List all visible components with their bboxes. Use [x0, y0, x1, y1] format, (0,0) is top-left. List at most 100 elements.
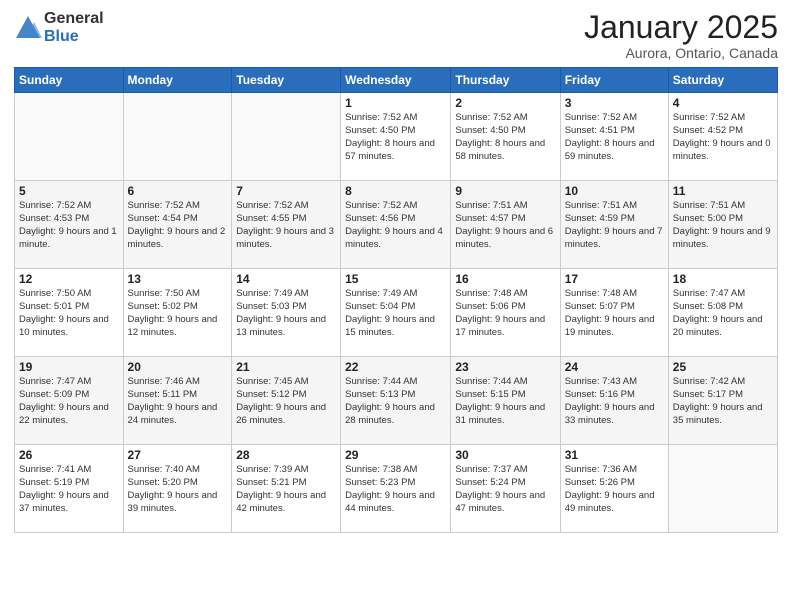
- day-number: 24: [565, 360, 664, 374]
- day-cell: 27 Sunrise: 7:40 AM Sunset: 5:20 PM Dayli…: [123, 445, 232, 533]
- day-cell: 5 Sunrise: 7:52 AM Sunset: 4:53 PM Daylig…: [15, 181, 124, 269]
- week-row-2: 5 Sunrise: 7:52 AM Sunset: 4:53 PM Daylig…: [15, 181, 778, 269]
- day-info: Sunrise: 7:50 AM Sunset: 5:02 PM Dayligh…: [128, 288, 228, 339]
- day-info: Sunrise: 7:45 AM Sunset: 5:12 PM Dayligh…: [236, 376, 336, 427]
- day-number: 3: [565, 96, 664, 110]
- header: General Blue January 2025 Aurora, Ontari…: [14, 10, 778, 61]
- day-number: 1: [345, 96, 446, 110]
- logo-blue: Blue: [44, 28, 104, 46]
- day-cell: 11 Sunrise: 7:51 AM Sunset: 5:00 PM Dayli…: [668, 181, 777, 269]
- weekday-header-monday: Monday: [123, 68, 232, 93]
- day-cell: 28Sunrise: 7:39 AM Sunset: 5:21 PM Dayli…: [232, 445, 341, 533]
- month-title: January 2025: [584, 10, 778, 45]
- day-number: 7: [236, 184, 336, 198]
- day-cell: 18Sunrise: 7:47 AM Sunset: 5:08 PM Dayli…: [668, 269, 777, 357]
- logo-text: General Blue: [44, 10, 104, 45]
- day-number: 6: [128, 184, 228, 198]
- day-info: Sunrise: 7:51 AM Sunset: 4:57 PM Dayligh…: [455, 200, 555, 251]
- day-cell: 21 Sunrise: 7:45 AM Sunset: 5:12 PM Dayli…: [232, 357, 341, 445]
- day-cell: 10 Sunrise: 7:51 AM Sunset: 4:59 PM Dayli…: [560, 181, 668, 269]
- day-info: Sunrise: 7:39 AM Sunset: 5:21 PM Dayligh…: [236, 464, 336, 515]
- day-cell: 19 Sunrise: 7:47 AM Sunset: 5:09 PM Dayli…: [15, 357, 124, 445]
- day-number: 12: [19, 272, 119, 286]
- day-number: 15: [345, 272, 446, 286]
- week-row-1: 1 Sunrise: 7:52 AM Sunset: 4:50 PM Daylig…: [15, 93, 778, 181]
- day-info: Sunrise: 7:52 AM Sunset: 4:50 PM Dayligh…: [345, 112, 446, 163]
- day-cell: 20 Sunrise: 7:46 AM Sunset: 5:11 PM Dayli…: [123, 357, 232, 445]
- weekday-header-wednesday: Wednesday: [341, 68, 451, 93]
- day-cell: 30Sunrise: 7:37 AM Sunset: 5:24 PM Dayli…: [451, 445, 560, 533]
- weekday-header-saturday: Saturday: [668, 68, 777, 93]
- day-cell: 23Sunrise: 7:44 AM Sunset: 5:15 PM Dayli…: [451, 357, 560, 445]
- page: General Blue January 2025 Aurora, Ontari…: [0, 0, 792, 612]
- day-cell: 12 Sunrise: 7:50 AM Sunset: 5:01 PM Dayli…: [15, 269, 124, 357]
- day-info: Sunrise: 7:52 AM Sunset: 4:51 PM Dayligh…: [565, 112, 664, 163]
- week-row-4: 19 Sunrise: 7:47 AM Sunset: 5:09 PM Dayli…: [15, 357, 778, 445]
- day-cell: 2 Sunrise: 7:52 AM Sunset: 4:50 PM Daylig…: [451, 93, 560, 181]
- day-info: Sunrise: 7:48 AM Sunset: 5:06 PM Dayligh…: [455, 288, 555, 339]
- day-info: Sunrise: 7:52 AM Sunset: 4:53 PM Dayligh…: [19, 200, 119, 251]
- day-cell: 31Sunrise: 7:36 AM Sunset: 5:26 PM Dayli…: [560, 445, 668, 533]
- day-number: 22: [345, 360, 446, 374]
- day-cell: 4Sunrise: 7:52 AM Sunset: 4:52 PM Daylig…: [668, 93, 777, 181]
- day-number: 10: [565, 184, 664, 198]
- day-number: 9: [455, 184, 555, 198]
- day-cell: 26 Sunrise: 7:41 AM Sunset: 5:19 PM Dayli…: [15, 445, 124, 533]
- day-cell: 6Sunrise: 7:52 AM Sunset: 4:54 PM Daylig…: [123, 181, 232, 269]
- day-cell: 9 Sunrise: 7:51 AM Sunset: 4:57 PM Daylig…: [451, 181, 560, 269]
- day-cell: 16 Sunrise: 7:48 AM Sunset: 5:06 PM Dayli…: [451, 269, 560, 357]
- day-cell: [123, 93, 232, 181]
- day-info: Sunrise: 7:41 AM Sunset: 5:19 PM Dayligh…: [19, 464, 119, 515]
- day-cell: 17 Sunrise: 7:48 AM Sunset: 5:07 PM Dayli…: [560, 269, 668, 357]
- day-cell: 3 Sunrise: 7:52 AM Sunset: 4:51 PM Daylig…: [560, 93, 668, 181]
- day-number: 20: [128, 360, 228, 374]
- day-number: 5: [19, 184, 119, 198]
- logo: General Blue: [14, 10, 104, 45]
- day-cell: 25Sunrise: 7:42 AM Sunset: 5:17 PM Dayli…: [668, 357, 777, 445]
- day-cell: 22 Sunrise: 7:44 AM Sunset: 5:13 PM Dayli…: [341, 357, 451, 445]
- day-cell: [232, 93, 341, 181]
- day-cell: 1 Sunrise: 7:52 AM Sunset: 4:50 PM Daylig…: [341, 93, 451, 181]
- day-info: Sunrise: 7:52 AM Sunset: 4:56 PM Dayligh…: [345, 200, 446, 251]
- day-cell: 14Sunrise: 7:49 AM Sunset: 5:03 PM Dayli…: [232, 269, 341, 357]
- day-number: 8: [345, 184, 446, 198]
- day-info: Sunrise: 7:46 AM Sunset: 5:11 PM Dayligh…: [128, 376, 228, 427]
- day-info: Sunrise: 7:44 AM Sunset: 5:15 PM Dayligh…: [455, 376, 555, 427]
- day-info: Sunrise: 7:52 AM Sunset: 4:50 PM Dayligh…: [455, 112, 555, 163]
- day-number: 2: [455, 96, 555, 110]
- day-cell: 24 Sunrise: 7:43 AM Sunset: 5:16 PM Dayli…: [560, 357, 668, 445]
- day-info: Sunrise: 7:47 AM Sunset: 5:09 PM Dayligh…: [19, 376, 119, 427]
- day-cell: 29Sunrise: 7:38 AM Sunset: 5:23 PM Dayli…: [341, 445, 451, 533]
- day-info: Sunrise: 7:51 AM Sunset: 4:59 PM Dayligh…: [565, 200, 664, 251]
- day-cell: 7Sunrise: 7:52 AM Sunset: 4:55 PM Daylig…: [232, 181, 341, 269]
- day-number: 11: [673, 184, 773, 198]
- day-number: 27: [128, 448, 228, 462]
- day-info: Sunrise: 7:51 AM Sunset: 5:00 PM Dayligh…: [673, 200, 773, 251]
- day-number: 21: [236, 360, 336, 374]
- day-cell: [15, 93, 124, 181]
- weekday-header-friday: Friday: [560, 68, 668, 93]
- title-block: January 2025 Aurora, Ontario, Canada: [584, 10, 778, 61]
- day-info: Sunrise: 7:50 AM Sunset: 5:01 PM Dayligh…: [19, 288, 119, 339]
- weekday-header-tuesday: Tuesday: [232, 68, 341, 93]
- day-number: 17: [565, 272, 664, 286]
- day-number: 14: [236, 272, 336, 286]
- day-number: 26: [19, 448, 119, 462]
- day-info: Sunrise: 7:48 AM Sunset: 5:07 PM Dayligh…: [565, 288, 664, 339]
- day-info: Sunrise: 7:40 AM Sunset: 5:20 PM Dayligh…: [128, 464, 228, 515]
- logo-icon: [14, 14, 42, 42]
- day-cell: [668, 445, 777, 533]
- calendar: SundayMondayTuesdayWednesdayThursdayFrid…: [14, 67, 778, 533]
- weekday-header-sunday: Sunday: [15, 68, 124, 93]
- weekday-header-thursday: Thursday: [451, 68, 560, 93]
- day-info: Sunrise: 7:44 AM Sunset: 5:13 PM Dayligh…: [345, 376, 446, 427]
- week-row-5: 26 Sunrise: 7:41 AM Sunset: 5:19 PM Dayli…: [15, 445, 778, 533]
- day-info: Sunrise: 7:49 AM Sunset: 5:04 PM Dayligh…: [345, 288, 446, 339]
- day-number: 31: [565, 448, 664, 462]
- day-number: 19: [19, 360, 119, 374]
- day-info: Sunrise: 7:52 AM Sunset: 4:52 PM Dayligh…: [673, 112, 773, 163]
- day-number: 13: [128, 272, 228, 286]
- day-cell: 13 Sunrise: 7:50 AM Sunset: 5:02 PM Dayli…: [123, 269, 232, 357]
- day-info: Sunrise: 7:43 AM Sunset: 5:16 PM Dayligh…: [565, 376, 664, 427]
- day-number: 16: [455, 272, 555, 286]
